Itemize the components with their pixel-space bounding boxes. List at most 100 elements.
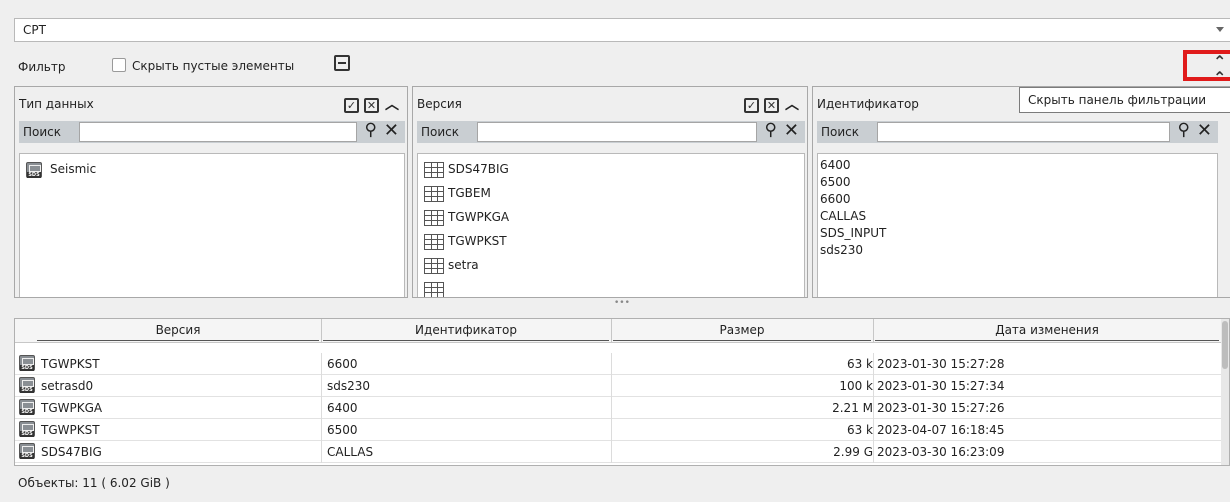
list-item[interactable]: SDS_INPUT — [818, 225, 1217, 242]
version-list: SDS47BIG TGBEM TGWPKGA TGWPKST setra — [417, 153, 805, 297]
list-item-label: SDS_INPUT — [820, 226, 887, 240]
filter-label: Фильтр — [18, 60, 66, 74]
results-table: Версия Идентификатор Размер Дата изменен… — [14, 318, 1230, 466]
deselect-all-icon[interactable]: ✕ — [764, 98, 779, 113]
cell-date: 2023-03-30 16:23:09 — [877, 445, 1005, 459]
select-all-icon[interactable]: ✓ — [344, 98, 359, 113]
chevron-up-icon[interactable]: ︿ — [385, 97, 399, 113]
cell-version: TGWPKST — [41, 423, 100, 437]
column-header-size[interactable]: Размер — [613, 323, 871, 341]
list-item-label: 6400 — [820, 158, 851, 172]
dataset-combobox[interactable]: CPT — [14, 18, 1230, 42]
list-item[interactable]: Seismic — [20, 160, 404, 184]
table-icon — [424, 282, 444, 297]
seismic-dataset-icon — [19, 377, 35, 393]
table-icon — [424, 186, 444, 202]
clear-search-icon[interactable]: ✕ — [384, 120, 399, 141]
column-header-version[interactable]: Версия — [37, 323, 319, 341]
panel-header: Тип данных ✓ ✕ ︿ — [19, 95, 403, 115]
panel-header: Версия ✓ ✕ ︿ — [417, 95, 803, 115]
table-icon — [424, 210, 444, 226]
list-item[interactable]: 6500 — [818, 174, 1217, 191]
search-icon[interactable]: ⚲ — [365, 120, 377, 140]
cell-identifier: 6400 — [327, 401, 358, 415]
search-bar: Поиск ⚲ ✕ — [19, 120, 405, 143]
list-item[interactable]: CALLAS — [818, 208, 1217, 225]
filter-toolbar: Фильтр Скрыть пустые элементы — [14, 52, 1230, 80]
hide-empty-checkbox-box[interactable] — [112, 58, 126, 72]
cell-version: SDS47BIG — [41, 445, 102, 459]
list-item-label: sds230 — [820, 243, 864, 257]
search-bar: Поиск ⚲ ✕ — [417, 120, 805, 143]
list-item-label: 6500 — [820, 175, 851, 189]
scrollbar-thumb[interactable] — [1222, 321, 1228, 369]
seismic-dataset-icon — [19, 421, 35, 437]
filter-panel-version: Версия ✓ ✕ ︿ Поиск ⚲ ✕ SDS47BIG TGBEM TG… — [412, 86, 808, 298]
table-row[interactable]: TGWPKGA 6400 2.21 M 2023-01-30 15:27:26 — [15, 397, 1221, 419]
search-input[interactable] — [477, 122, 757, 142]
list-item[interactable]: 6600 — [818, 191, 1217, 208]
cell-identifier: CALLAS — [327, 445, 374, 459]
status-text: Объекты: 11 ( 6.02 GiB ) — [18, 476, 170, 490]
list-item[interactable]: sds230 — [818, 242, 1217, 259]
list-item-label: 6600 — [820, 192, 851, 206]
table-row[interactable]: TGWPKST 6500 63 k 2023-04-07 16:18:45 — [15, 419, 1221, 441]
column-header-identifier[interactable]: Идентификатор — [323, 323, 609, 341]
identifier-list: 6400 6500 6600 CALLAS SDS_INPUT sds230 — [817, 153, 1218, 297]
splitter-handle[interactable]: ••• — [14, 298, 1230, 308]
hide-empty-checkbox-label[interactable]: Скрыть пустые элементы — [132, 59, 294, 73]
list-item[interactable]: TGWPKGA — [418, 206, 804, 230]
table-row[interactable]: SDS47BIG CALLAS 2.99 G 2023-03-30 16:23:… — [15, 441, 1221, 463]
list-item[interactable]: 6400 — [818, 157, 1217, 174]
cell-identifier: 6600 — [327, 357, 358, 371]
deselect-all-icon[interactable]: ✕ — [364, 98, 379, 113]
search-icon[interactable]: ⚲ — [1178, 120, 1190, 140]
table-icon — [424, 258, 444, 274]
clear-search-icon[interactable]: ✕ — [1197, 120, 1212, 141]
seismic-dataset-icon — [19, 399, 35, 415]
splitter-dots: ••• — [614, 298, 630, 308]
list-item-partial[interactable] — [418, 278, 804, 297]
list-item[interactable]: setra — [418, 254, 804, 278]
cell-date: 2023-01-30 15:27:28 — [877, 357, 1005, 371]
column-header-date[interactable]: Дата изменения — [875, 323, 1219, 341]
cell-version: TGWPKST — [41, 357, 100, 371]
cell-identifier: 6500 — [327, 423, 358, 437]
seismic-dataset-icon — [19, 355, 35, 371]
list-item[interactable]: TGWPKST — [418, 230, 804, 254]
list-item[interactable]: TGBEM — [418, 182, 804, 206]
dataset-combobox-value: CPT — [23, 23, 46, 37]
search-bar: Поиск ⚲ ✕ — [817, 120, 1218, 143]
cell-version: TGWPKGA — [41, 401, 103, 415]
cell-size: 63 k — [846, 357, 873, 371]
cell-version: setrasd0 — [41, 379, 94, 393]
cell-size: 63 k — [846, 423, 873, 437]
vertical-scrollbar[interactable] — [1221, 319, 1229, 465]
filter-panel-identifier: Идентификатор Поиск ⚲ ✕ 6400 6500 6600 C… — [812, 86, 1230, 298]
list-item-label: Seismic — [50, 162, 97, 176]
table-header: Версия Идентификатор Размер Дата изменен… — [15, 319, 1229, 343]
chevron-down-icon[interactable] — [1216, 27, 1224, 32]
search-icon[interactable]: ⚲ — [765, 120, 777, 140]
select-all-icon[interactable]: ✓ — [744, 98, 759, 113]
clear-search-icon[interactable]: ✕ — [784, 120, 799, 141]
collapse-all-icon[interactable] — [334, 55, 350, 71]
panel-title: Идентификатор — [817, 97, 919, 111]
search-label: Поиск — [23, 125, 62, 139]
search-input[interactable] — [79, 122, 357, 142]
cell-date: 2023-01-30 15:27:34 — [877, 379, 1005, 393]
list-item[interactable]: SDS47BIG — [418, 158, 804, 182]
chevron-up-icon[interactable]: ︿ — [785, 97, 799, 113]
double-chevron-up-icon[interactable]: ⌃ ⌃ — [1213, 54, 1226, 86]
data-type-list: Seismic — [19, 153, 405, 297]
table-row[interactable]: TGWPKST 6600 63 k 2023-01-30 15:27:28 — [15, 353, 1221, 375]
list-item-label: SDS47BIG — [448, 162, 509, 176]
cell-size: 2.99 G — [833, 445, 873, 459]
seismic-dataset-icon — [19, 443, 35, 459]
search-label: Поиск — [821, 125, 860, 139]
list-item-label: CALLAS — [820, 209, 867, 223]
table-row[interactable]: setrasd0 sds230 100 k 2023-01-30 15:27:3… — [15, 375, 1221, 397]
list-item-label: TGBEM — [448, 186, 491, 200]
search-input[interactable] — [877, 122, 1170, 142]
cell-date: 2023-01-30 15:27:26 — [877, 401, 1005, 415]
